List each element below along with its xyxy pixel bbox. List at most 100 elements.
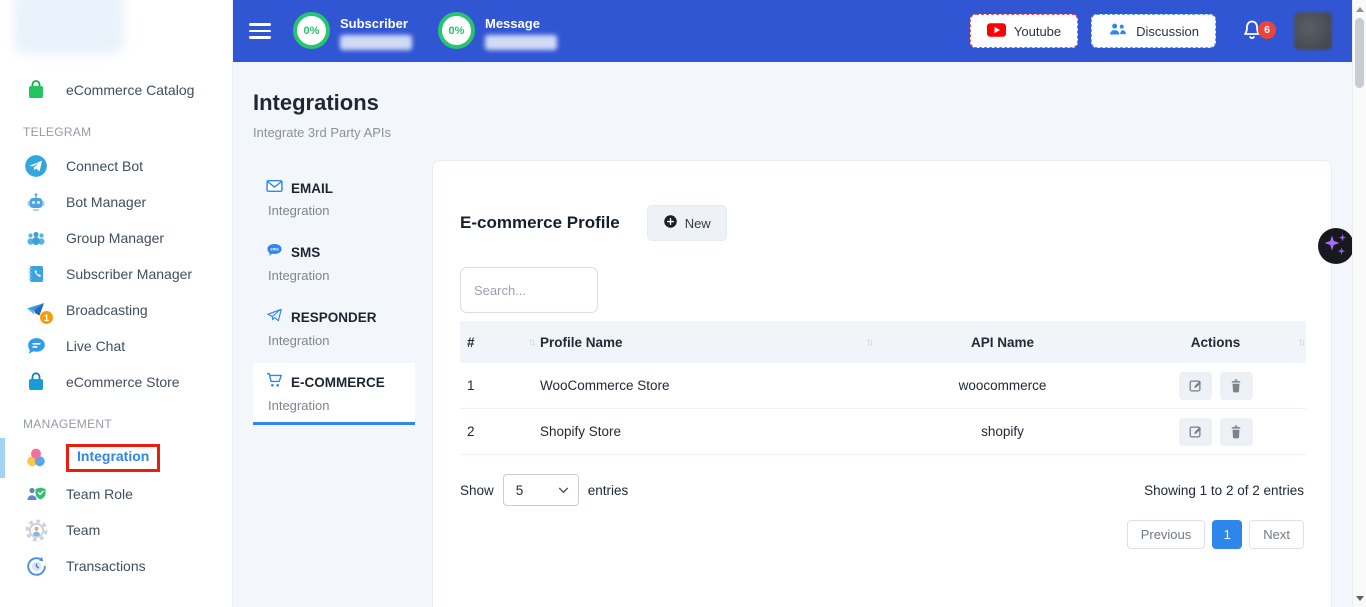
notification-bell[interactable]: 6 bbox=[1240, 16, 1264, 47]
sidebar-item-label: Integration bbox=[77, 448, 149, 464]
sidebar-item-label: Bot Manager bbox=[66, 194, 146, 210]
integration-subnav: EMAIL Integration sms SMS Integration bbox=[253, 170, 415, 428]
sort-icon[interactable]: ↑↓ bbox=[866, 337, 872, 348]
edit-button[interactable] bbox=[1179, 418, 1212, 446]
ecommerce-profile-panel: E-commerce Profile New # ↑↓ Profile bbox=[432, 160, 1332, 607]
table-header-row: # ↑↓ Profile Name ↑↓ API Name Actions ↑↓ bbox=[460, 321, 1306, 363]
shopping-cart-icon bbox=[266, 372, 283, 393]
sms-bubble-icon: sms bbox=[266, 242, 283, 263]
table-row: 2 Shopify Store shopify bbox=[460, 409, 1306, 455]
chat-bubble-icon bbox=[23, 333, 49, 359]
sort-icon[interactable]: ↑↓ bbox=[1298, 337, 1304, 348]
notification-count-badge: 6 bbox=[1258, 21, 1276, 39]
edit-icon bbox=[1188, 378, 1203, 393]
message-stat: 0% Message bbox=[438, 12, 557, 50]
send-plane-icon: 1 bbox=[23, 297, 49, 323]
tab-sms-integration[interactable]: sms SMS Integration bbox=[253, 233, 415, 295]
entries-label: entries bbox=[588, 483, 629, 498]
tab-title: SMS bbox=[291, 245, 320, 260]
show-label: Show bbox=[460, 483, 494, 498]
users-icon bbox=[1108, 22, 1128, 40]
column-header-actions: Actions bbox=[1191, 335, 1241, 350]
sidebar-item-connect-bot[interactable]: Connect Bot bbox=[0, 148, 232, 184]
sidebar-item-transactions[interactable]: Transactions bbox=[0, 548, 232, 584]
column-header-api-name: API Name bbox=[880, 335, 1125, 350]
column-header-profile-name: Profile Name bbox=[540, 335, 623, 350]
envelope-icon bbox=[266, 179, 283, 198]
tab-responder-integration[interactable]: RESPONDER Integration bbox=[253, 298, 415, 360]
blurred-value bbox=[485, 35, 557, 50]
sidebar-item-integration[interactable]: Integration bbox=[0, 440, 232, 476]
new-button-label: New bbox=[685, 216, 711, 231]
sidebar-item-group-manager[interactable]: Group Manager bbox=[0, 220, 232, 256]
page-size-value: 5 bbox=[516, 483, 524, 498]
tab-subtitle: Integration bbox=[268, 203, 402, 218]
hamburger-menu-icon[interactable] bbox=[249, 23, 271, 39]
sidebar-item-team-role[interactable]: Team Role bbox=[0, 476, 232, 512]
sidebar-item-label: Team Role bbox=[66, 486, 133, 502]
search-input[interactable] bbox=[460, 267, 598, 313]
sidebar-item-ecommerce-catalog[interactable]: eCommerce Catalog bbox=[0, 72, 232, 108]
svg-text:sms: sms bbox=[270, 247, 279, 252]
active-indicator bbox=[0, 438, 5, 478]
sidebar-item-broadcasting[interactable]: 1 Broadcasting bbox=[0, 292, 232, 328]
telegram-icon bbox=[23, 153, 49, 179]
sidebar-item-live-chat[interactable]: Live Chat bbox=[0, 328, 232, 364]
tab-ecommerce-integration[interactable]: E-COMMERCE Integration bbox=[253, 363, 415, 425]
page-number-button[interactable]: 1 bbox=[1212, 520, 1242, 549]
user-avatar[interactable] bbox=[1294, 12, 1332, 50]
delete-button[interactable] bbox=[1220, 418, 1253, 446]
page-size-select[interactable]: 5 bbox=[503, 474, 579, 506]
plus-circle-icon bbox=[663, 214, 678, 232]
row-index: 2 bbox=[467, 424, 475, 439]
page-title: Integrations bbox=[253, 90, 391, 116]
discussion-button[interactable]: Discussion bbox=[1091, 14, 1216, 48]
sidebar-item-label: Broadcasting bbox=[66, 302, 148, 318]
trash-icon bbox=[1229, 424, 1243, 439]
sidebar-item-subscriber-manager[interactable]: Subscriber Manager bbox=[0, 256, 232, 292]
page-subtitle: Integrate 3rd Party APIs bbox=[253, 125, 391, 140]
panel-title: E-commerce Profile bbox=[460, 213, 620, 233]
api-name-cell: shopify bbox=[880, 424, 1125, 439]
api-name-cell: woocommerce bbox=[880, 378, 1125, 393]
sort-icon[interactable]: ↑↓ bbox=[528, 337, 534, 348]
profile-name-cell: Shopify Store bbox=[540, 424, 621, 439]
pagination: Previous 1 Next bbox=[460, 520, 1304, 549]
previous-page-button[interactable]: Previous bbox=[1127, 520, 1206, 549]
sidebar-item-ecommerce-store[interactable]: eCommerce Store bbox=[0, 364, 232, 400]
youtube-icon bbox=[987, 23, 1006, 40]
showing-entries-text: Showing 1 to 2 of 2 entries bbox=[1144, 483, 1304, 498]
sidebar-item-bot-manager[interactable]: Bot Manager bbox=[0, 184, 232, 220]
scrollbar-thumb[interactable] bbox=[1355, 18, 1364, 88]
subscriber-progress-ring: 0% bbox=[293, 12, 330, 49]
ai-assistant-button[interactable] bbox=[1318, 228, 1354, 264]
shopping-bag-icon bbox=[23, 77, 49, 103]
scrollbar-up-arrow[interactable] bbox=[1353, 2, 1366, 16]
sidebar-item-label: Group Manager bbox=[66, 230, 164, 246]
tab-subtitle: Integration bbox=[268, 333, 402, 348]
tab-subtitle: Integration bbox=[268, 268, 402, 283]
broadcasting-badge: 1 bbox=[40, 311, 53, 324]
page-head: Integrations Integrate 3rd Party APIs bbox=[253, 90, 391, 140]
new-profile-button[interactable]: New bbox=[647, 205, 727, 241]
message-stat-label: Message bbox=[485, 16, 557, 31]
user-shield-icon bbox=[23, 481, 49, 507]
message-progress-ring: 0% bbox=[438, 12, 475, 49]
tab-title: E-COMMERCE bbox=[291, 375, 385, 390]
sidebar: eCommerce Catalog TELEGRAM Connect Bot B… bbox=[0, 0, 233, 607]
tab-title: EMAIL bbox=[291, 181, 333, 196]
tab-email-integration[interactable]: EMAIL Integration bbox=[253, 170, 415, 230]
row-index: 1 bbox=[467, 378, 475, 393]
app-window: eCommerce Catalog TELEGRAM Connect Bot B… bbox=[0, 0, 1366, 607]
logo-area bbox=[0, 0, 232, 62]
youtube-button[interactable]: Youtube bbox=[970, 14, 1078, 48]
subscriber-stat: 0% Subscriber bbox=[293, 12, 412, 50]
sidebar-item-team[interactable]: Team bbox=[0, 512, 232, 548]
table-row: 1 WooCommerce Store woocommerce bbox=[460, 363, 1306, 409]
scrollbar-down-arrow[interactable] bbox=[1353, 591, 1366, 605]
edit-button[interactable] bbox=[1179, 372, 1212, 400]
sidebar-item-label: eCommerce Store bbox=[66, 374, 180, 390]
tab-title: RESPONDER bbox=[291, 310, 377, 325]
delete-button[interactable] bbox=[1220, 372, 1253, 400]
next-page-button[interactable]: Next bbox=[1249, 520, 1304, 549]
